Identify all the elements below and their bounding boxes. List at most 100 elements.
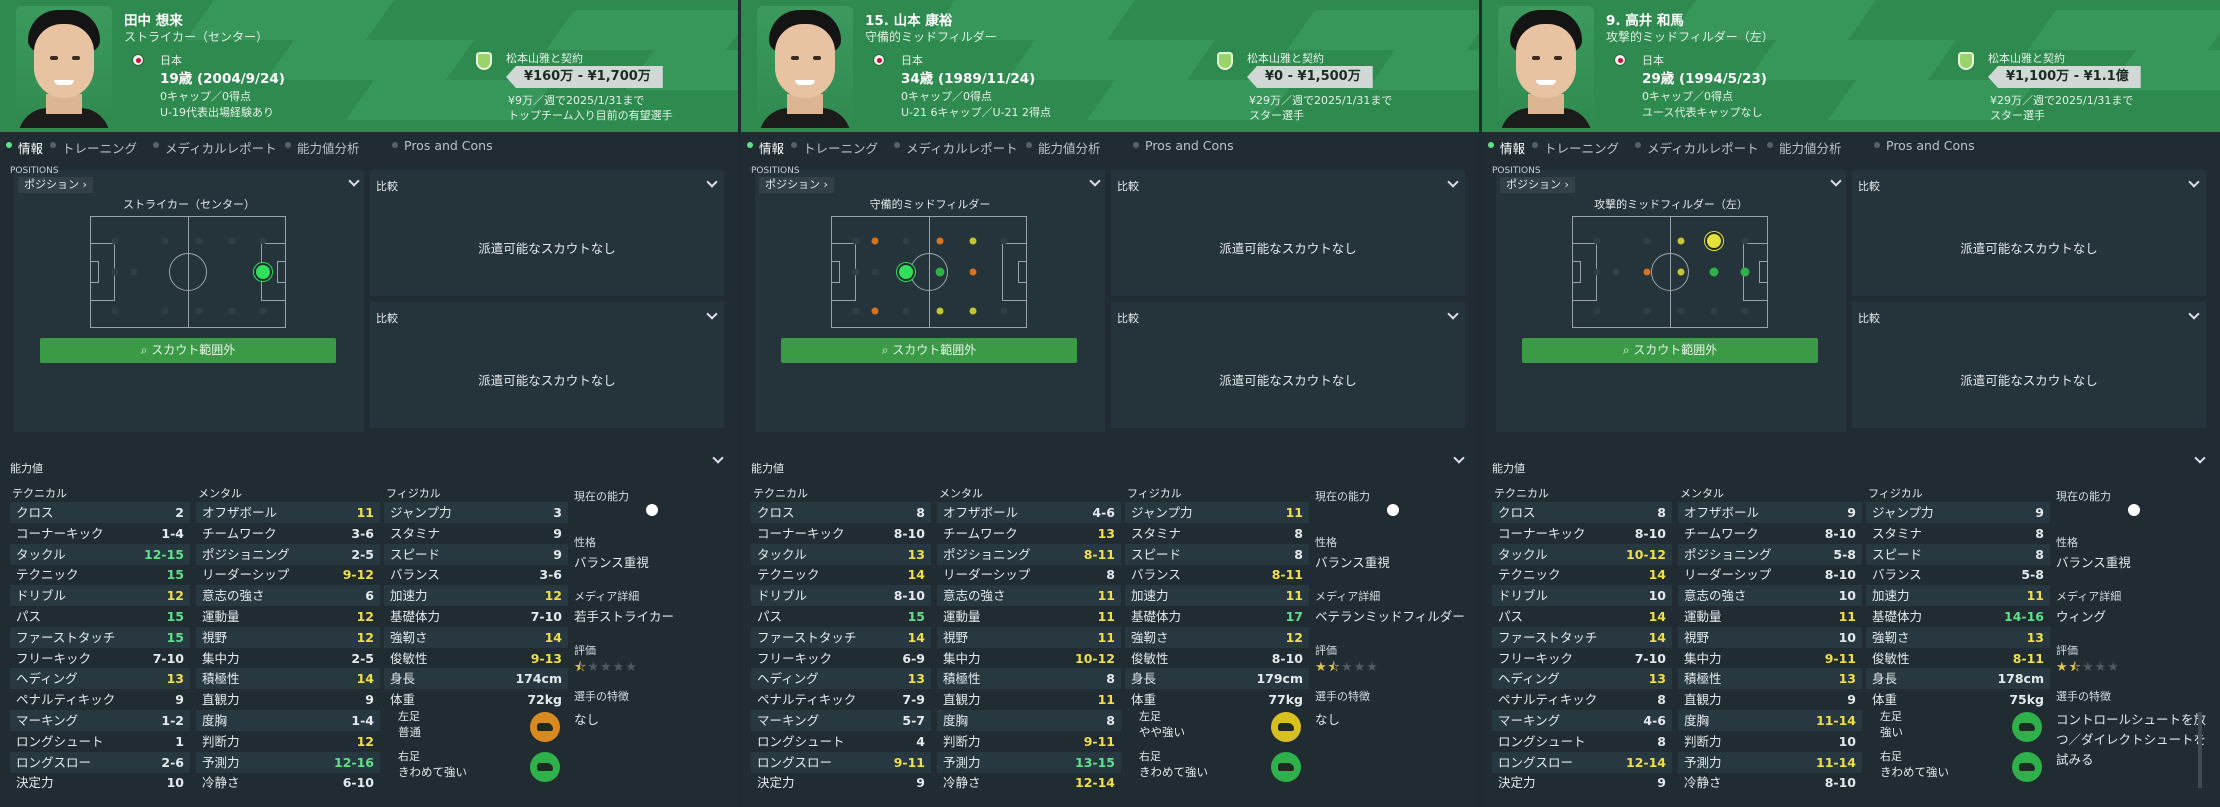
- tab-dot: [1026, 142, 1032, 148]
- tab-0[interactable]: 情報: [1500, 138, 1525, 157]
- attribute-value: 14: [1648, 609, 1666, 624]
- player-status: スター選手: [1990, 109, 2045, 122]
- attribute-row: クロス 8: [751, 502, 931, 523]
- player-caps: 0キャップ／0得点: [1642, 90, 1733, 103]
- tab-3[interactable]: 能力値分析: [297, 138, 360, 157]
- player-name[interactable]: 9. 高井 和馬: [1606, 9, 1684, 29]
- header-stripe: [1366, 50, 1479, 90]
- tab-3[interactable]: 能力値分析: [1038, 138, 1101, 157]
- chevron-down-icon[interactable]: [1447, 308, 1459, 320]
- pitch-position-label: ストライカー（センター）: [123, 198, 255, 211]
- attribute-row: オフザボール 11: [196, 502, 380, 523]
- attribute-name: フリーキック: [1498, 650, 1574, 666]
- attribute-row: リーダーシップ 9-12: [196, 564, 380, 585]
- tab-2[interactable]: メディカルレポート: [906, 138, 1018, 157]
- attribute-value: 8: [1106, 671, 1115, 687]
- attribute-name: リーダーシップ: [202, 567, 290, 583]
- transfer-fee-range[interactable]: ¥0 - ¥1,500万: [1247, 66, 1373, 88]
- attribute-value: 13: [907, 546, 925, 562]
- attribute-name: ジャンプ力: [390, 505, 452, 520]
- position-rating-dot: [871, 237, 879, 245]
- tab-dot: [791, 142, 797, 148]
- tab-1[interactable]: トレーニング: [803, 138, 878, 157]
- tab-3[interactable]: 能力値分析: [1779, 138, 1842, 157]
- attribute-name: 決定力: [757, 775, 795, 791]
- attribute-row: 強靭さ 12: [1125, 626, 1309, 648]
- attribute-value: 13: [2026, 629, 2044, 645]
- position-select[interactable]: ポジション ›: [1500, 177, 1575, 193]
- attribute-row: 基礎体力 14-16: [1866, 606, 2050, 627]
- scout-range-button[interactable]: ⌕ スカウト範囲外: [781, 338, 1077, 363]
- attribute-value: 8-10: [893, 525, 925, 541]
- chevron-down-icon[interactable]: [2188, 308, 2200, 320]
- attribute-name: コーナーキック: [1498, 525, 1586, 541]
- header-stripe: [1747, 40, 1957, 80]
- tab-1[interactable]: トレーニング: [1544, 138, 1619, 157]
- attribute-row: リーダーシップ 8: [937, 564, 1121, 585]
- chevron-down-icon[interactable]: [1830, 175, 1842, 187]
- attribute-name: ペナルティキック: [16, 692, 116, 708]
- no-scouts-message: 派遣可能なスカウトなし: [1960, 373, 2098, 388]
- position-slot-empty: [1593, 237, 1601, 245]
- chevron-down-icon[interactable]: [1447, 176, 1459, 188]
- attribute-value: 8-10: [1824, 567, 1856, 583]
- position-slot-empty: [195, 237, 203, 245]
- tab-0[interactable]: 情報: [18, 138, 43, 157]
- chevron-down-icon[interactable]: [1089, 175, 1101, 187]
- tab-1[interactable]: トレーニング: [62, 138, 137, 157]
- chevron-down-icon[interactable]: [712, 452, 724, 464]
- attribute-value: 11: [1097, 629, 1115, 645]
- player-name[interactable]: 田中 想来: [124, 9, 183, 29]
- position-rating-dot: [936, 237, 944, 245]
- scout-range-button[interactable]: ⌕ スカウト範囲外: [1522, 338, 1818, 363]
- attribute-value: 9: [1847, 692, 1856, 708]
- tab-dot: [6, 142, 12, 148]
- attribute-name: バランス: [390, 567, 440, 583]
- player-header: 15. 山本 康裕 守備的ミッドフィルダー 日本 34歳 (1989/11/24) 0キ…: [741, 0, 1479, 132]
- tab-2[interactable]: メディカルレポート: [1647, 138, 1759, 157]
- tab-4[interactable]: Pros and Cons: [1886, 138, 1975, 153]
- tab-4[interactable]: Pros and Cons: [1145, 138, 1234, 153]
- personality-value: バランス重視: [2056, 555, 2131, 570]
- contract-wage: ¥29万／週で2025/1/31まで: [1249, 94, 1393, 107]
- traits-scrollbar[interactable]: [2198, 712, 2202, 788]
- player-position: 守備的ミッドフィルダー: [865, 30, 997, 44]
- attribute-row: ポジショニング 8-11: [937, 543, 1121, 565]
- attributes-title: 能力値: [751, 462, 784, 475]
- measure-value: 179cm: [1256, 671, 1303, 686]
- media-label: メディア詳細: [2056, 590, 2122, 603]
- chevron-down-icon[interactable]: [1453, 452, 1465, 464]
- attribute-value: 8: [1294, 546, 1303, 562]
- scout-range-button[interactable]: ⌕ スカウト範囲外: [40, 338, 336, 363]
- attribute-value: 9-11: [1083, 733, 1115, 749]
- attribute-name: ロングシュート: [1498, 733, 1586, 749]
- attribute-value: 7-10: [152, 650, 184, 666]
- attribute-row: オフザボール 9: [1678, 502, 1862, 523]
- position-slot-empty: [195, 307, 203, 314]
- mental-header: メンタル: [1680, 487, 1724, 500]
- attribute-name: マーキング: [16, 713, 79, 728]
- chevron-down-icon[interactable]: [348, 175, 360, 187]
- attribute-name: タックル: [1498, 546, 1548, 562]
- position-select[interactable]: ポジション ›: [759, 177, 834, 193]
- attribute-value: 11: [1097, 588, 1115, 604]
- chevron-down-icon[interactable]: [2194, 452, 2206, 464]
- pitch-line: [277, 261, 285, 283]
- player-photo: [757, 6, 853, 128]
- tab-0[interactable]: 情報: [759, 138, 784, 157]
- transfer-fee-range[interactable]: ¥160万 - ¥1,700万: [506, 66, 663, 88]
- chevron-down-icon[interactable]: [2188, 176, 2200, 188]
- attributes-title: 能力値: [1492, 462, 1525, 475]
- position-select[interactable]: ポジション ›: [18, 177, 93, 193]
- chevron-down-icon[interactable]: [706, 308, 718, 320]
- transfer-fee-range[interactable]: ¥1,100万 - ¥1.1億: [1988, 66, 2141, 88]
- player-name[interactable]: 15. 山本 康裕: [865, 9, 952, 29]
- chevron-down-icon[interactable]: [706, 176, 718, 188]
- attribute-row: ドリブル 12: [10, 585, 190, 607]
- tab-2[interactable]: メディカルレポート: [165, 138, 277, 157]
- tab-4[interactable]: Pros and Cons: [404, 138, 493, 153]
- attribute-name: ドリブル: [16, 588, 67, 604]
- photo-eye: [1554, 56, 1562, 60]
- position-slot-empty: [852, 307, 860, 314]
- star-icon: ⯪: [1327, 660, 1341, 675]
